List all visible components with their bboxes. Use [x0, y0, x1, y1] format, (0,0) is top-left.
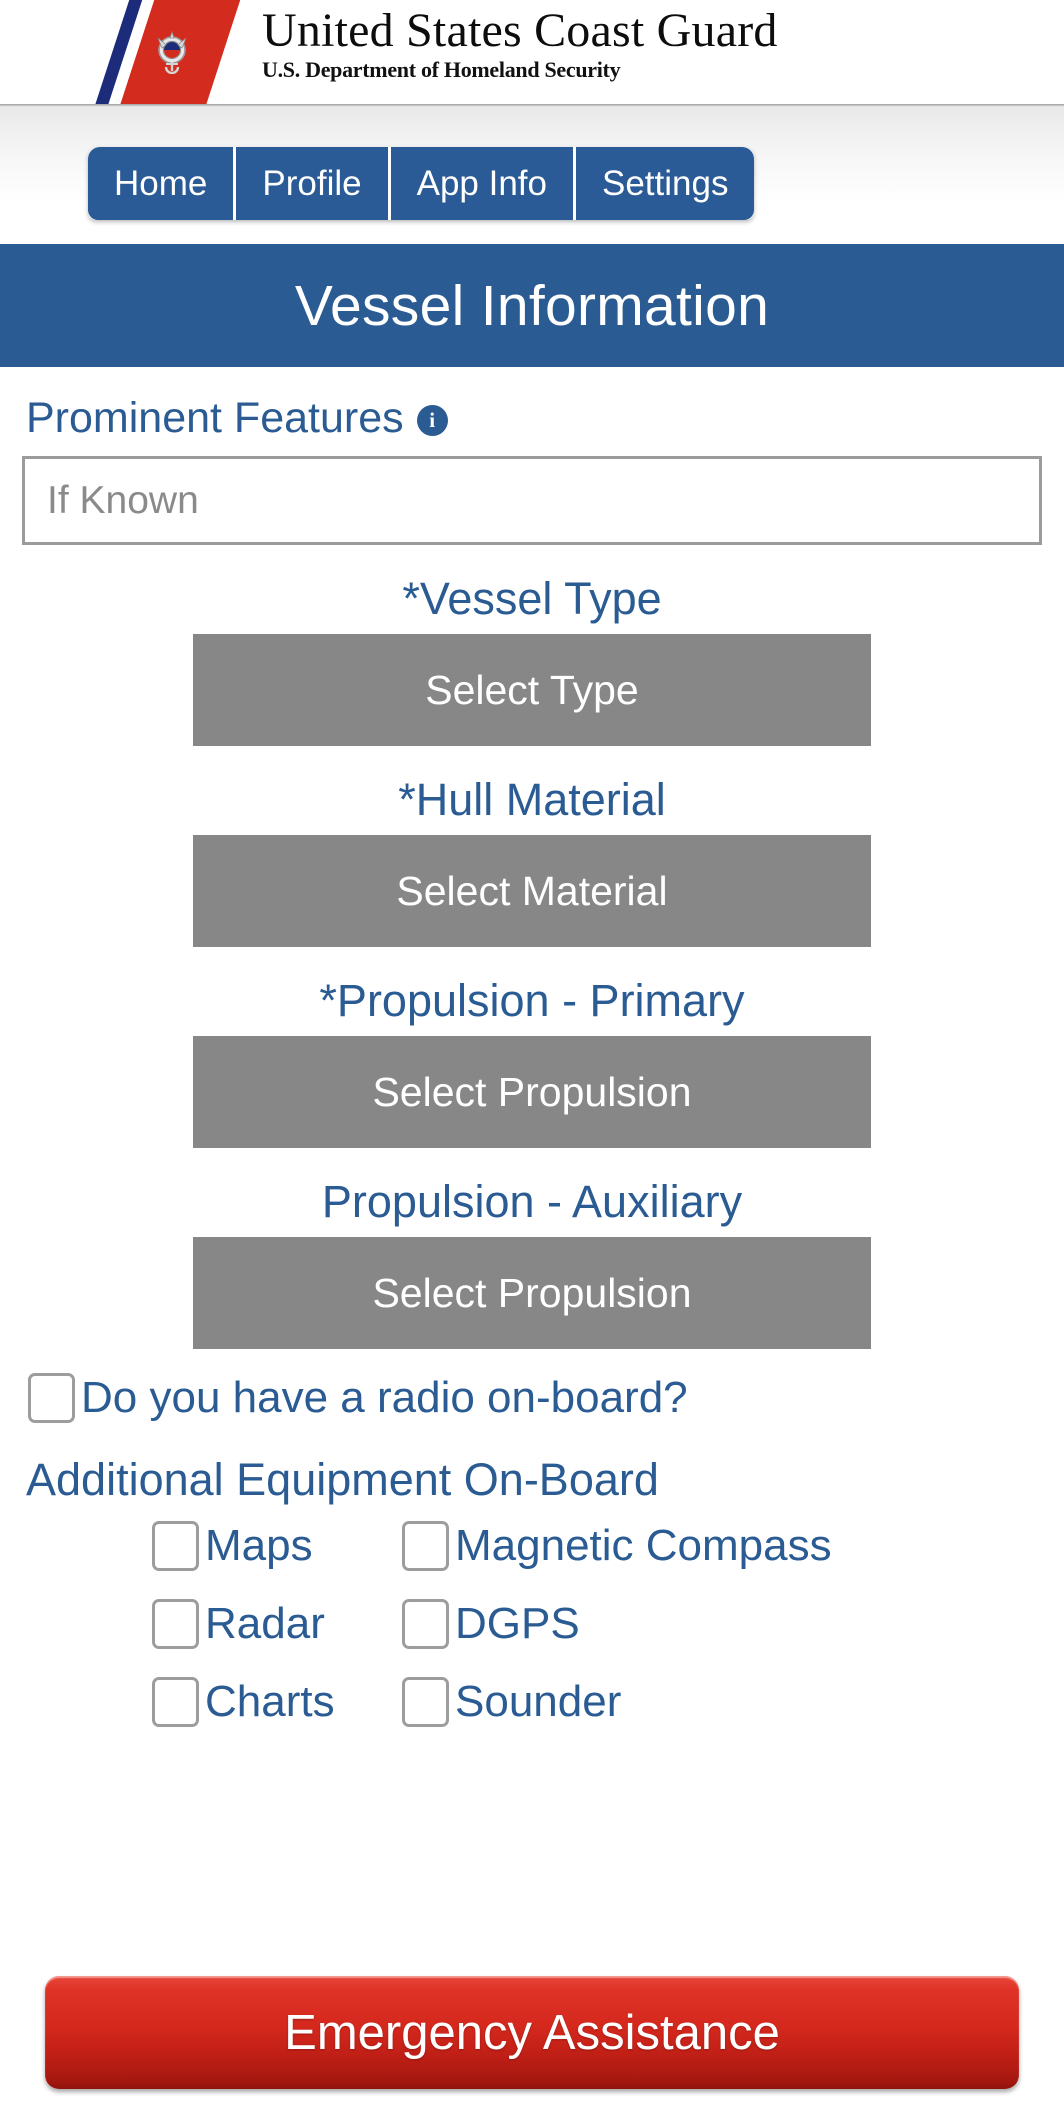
- prominent-features-input[interactable]: [22, 456, 1042, 545]
- field-label-vessel-type: *Vessel Type: [402, 573, 662, 624]
- additional-equipment-grid: Maps Magnetic Compass Radar DGPS Charts …: [0, 1519, 1064, 1729]
- coast-guard-emblem-icon: [157, 30, 187, 74]
- equipment-item-charts[interactable]: Charts: [152, 1675, 402, 1729]
- equipment-item-dgps[interactable]: DGPS: [402, 1597, 1064, 1651]
- checkbox-sounder[interactable]: [402, 1677, 449, 1727]
- page-title: Vessel Information: [0, 244, 1064, 367]
- select-propulsion-primary-button[interactable]: Select Propulsion: [193, 1036, 871, 1148]
- nav-item-home[interactable]: Home: [88, 147, 237, 220]
- select-propulsion-auxiliary-button[interactable]: Select Propulsion: [193, 1237, 871, 1349]
- nav-item-profile[interactable]: Profile: [236, 147, 391, 220]
- coast-guard-logo: [90, 0, 270, 104]
- equipment-item-radar[interactable]: Radar: [152, 1597, 402, 1651]
- equipment-item-sounder[interactable]: Sounder: [402, 1675, 1064, 1729]
- nav-strip: Home Profile App Info Settings: [0, 107, 1064, 244]
- equipment-item-magnetic-compass[interactable]: Magnetic Compass: [402, 1519, 1064, 1573]
- label-radar: Radar: [205, 1599, 325, 1648]
- field-propulsion-primary: *Propulsion - Primary Select Propulsion: [0, 973, 1064, 1148]
- additional-equipment-title: Additional Equipment On-Board: [26, 1454, 659, 1505]
- label-charts: Charts: [205, 1677, 335, 1726]
- select-hull-material-button[interactable]: Select Material: [193, 835, 871, 947]
- nav-item-app-info[interactable]: App Info: [390, 147, 576, 220]
- nav-item-settings[interactable]: Settings: [575, 147, 755, 220]
- emergency-assistance-bar: Emergency Assistance: [0, 1976, 1064, 2089]
- agency-subtitle: U.S. Department of Homeland Security: [262, 57, 621, 82]
- equipment-item-maps[interactable]: Maps: [152, 1519, 402, 1573]
- main-nav: Home Profile App Info Settings: [88, 147, 755, 220]
- label-dgps: DGPS: [455, 1599, 580, 1648]
- label-maps: Maps: [205, 1521, 313, 1570]
- radio-onboard-row[interactable]: Do you have a radio on-board?: [0, 1349, 1064, 1425]
- select-vessel-type-button[interactable]: Select Type: [193, 634, 871, 746]
- field-hull-material: *Hull Material Select Material: [0, 772, 1064, 947]
- header-text-block: United States Coast Guard U.S. Departmen…: [262, 5, 962, 83]
- radio-onboard-checkbox[interactable]: [28, 1373, 75, 1423]
- site-header: United States Coast Guard U.S. Departmen…: [0, 0, 1064, 104]
- checkbox-charts[interactable]: [152, 1677, 199, 1727]
- field-label-hull-material: *Hull Material: [398, 774, 666, 825]
- agency-title: United States Coast Guard: [262, 4, 778, 57]
- prominent-features-label: Prominent Features: [26, 394, 404, 442]
- checkbox-magnetic-compass[interactable]: [402, 1521, 449, 1571]
- checkbox-maps[interactable]: [152, 1521, 199, 1571]
- radio-onboard-label: Do you have a radio on-board?: [81, 1373, 688, 1422]
- checkbox-radar[interactable]: [152, 1599, 199, 1649]
- field-vessel-type: *Vessel Type Select Type: [0, 571, 1064, 746]
- label-magnetic-compass: Magnetic Compass: [455, 1521, 832, 1570]
- label-sounder: Sounder: [455, 1677, 622, 1726]
- info-circle-icon[interactable]: i: [416, 404, 448, 436]
- field-label-propulsion-auxiliary: Propulsion - Auxiliary: [321, 1176, 743, 1227]
- prominent-features-label-row: Prominent Features i: [0, 367, 1064, 445]
- emergency-assistance-button[interactable]: Emergency Assistance: [45, 1976, 1019, 2089]
- checkbox-dgps[interactable]: [402, 1599, 449, 1649]
- vessel-information-form: Prominent Features i *Vessel Type Select…: [0, 367, 1064, 1729]
- field-propulsion-auxiliary: Propulsion - Auxiliary Select Propulsion: [0, 1174, 1064, 1349]
- field-label-propulsion-primary: *Propulsion - Primary: [319, 975, 745, 1026]
